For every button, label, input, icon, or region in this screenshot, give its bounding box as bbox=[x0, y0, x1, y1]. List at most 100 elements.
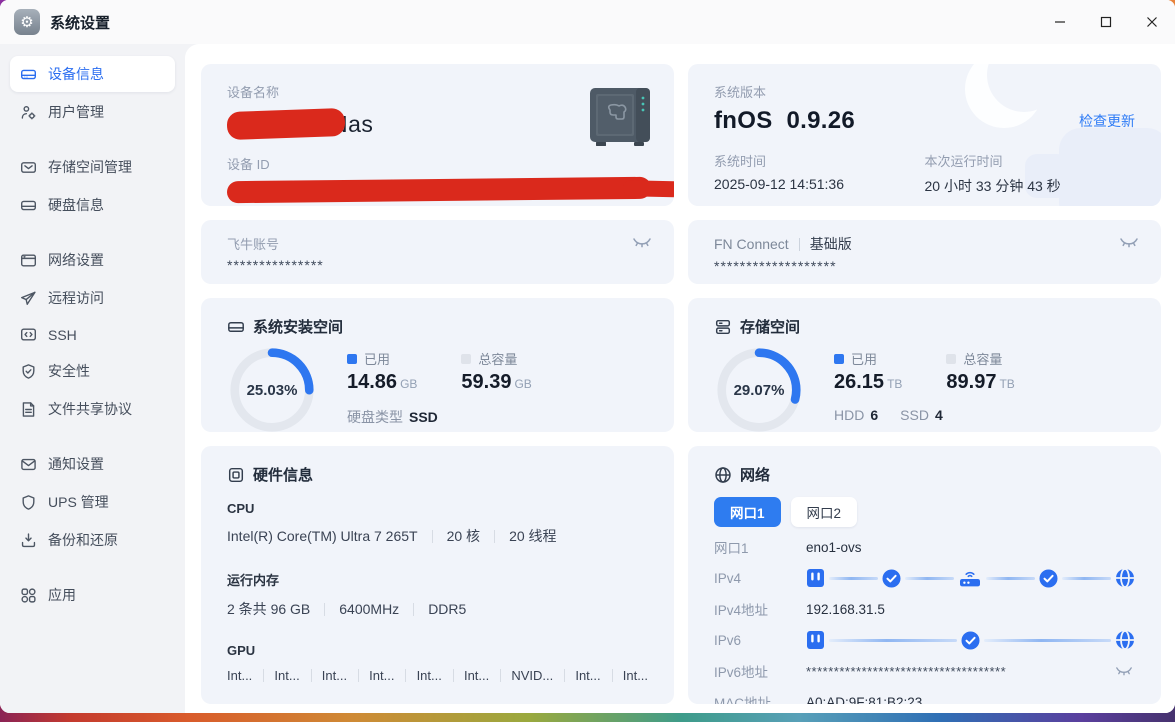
sidebar-item-label: 硬盘信息 bbox=[48, 195, 104, 215]
total-unit: GB bbox=[514, 377, 531, 391]
sidebar-item-ssh[interactable]: SSH bbox=[10, 318, 175, 351]
browser-window-icon bbox=[20, 252, 37, 269]
internet-globe-icon bbox=[1115, 568, 1135, 588]
memory-size: 2 条共 96 GB bbox=[227, 599, 310, 619]
ssd-count: 4 bbox=[935, 407, 943, 423]
close-button[interactable] bbox=[1129, 0, 1175, 44]
minimize-button[interactable] bbox=[1037, 0, 1083, 44]
used-value: 14.86 bbox=[347, 371, 397, 393]
shield-icon bbox=[20, 494, 37, 511]
mac-label: MAC地址 bbox=[714, 692, 806, 704]
shield-check-icon bbox=[20, 363, 37, 380]
gpu-item: Int... bbox=[464, 668, 489, 683]
ipv4-addr-label: IPv4地址 bbox=[714, 599, 806, 619]
sidebar-item-storage-management[interactable]: 存储空间管理 bbox=[10, 149, 175, 185]
window-controls bbox=[1037, 0, 1175, 44]
fn-connect-label: FN Connect bbox=[714, 236, 789, 252]
disk-type-label: 硬盘类型 bbox=[347, 407, 403, 427]
redacted-device-name bbox=[227, 108, 346, 140]
total-value: 89.97 bbox=[946, 371, 996, 393]
sidebar-item-device-info[interactable]: 设备信息 bbox=[10, 56, 175, 92]
sidebar-item-disk-info[interactable]: 硬盘信息 bbox=[10, 187, 175, 223]
paper-plane-icon bbox=[20, 290, 37, 307]
sidebar-item-apps[interactable]: 应用 bbox=[10, 577, 175, 613]
globe-icon bbox=[714, 466, 732, 484]
gpu-item: Int... bbox=[575, 668, 600, 683]
check-circle-icon bbox=[961, 631, 980, 650]
sidebar-item-label: 安全性 bbox=[48, 361, 90, 381]
total-legend: 总容量 89.97TB bbox=[946, 349, 1014, 394]
gpu-item: Int... bbox=[623, 668, 648, 683]
sidebar-item-backup-restore[interactable]: 备份和还原 bbox=[10, 522, 175, 558]
download-tray-icon bbox=[20, 532, 37, 549]
total-value: 59.39 bbox=[461, 371, 511, 393]
gpu-item: NVID... bbox=[511, 668, 553, 683]
sidebar-item-user-management[interactable]: 用户管理 bbox=[10, 94, 175, 130]
check-circle-icon bbox=[882, 569, 901, 588]
os-name: fnOS bbox=[714, 107, 773, 135]
account-masked-value: *************** bbox=[227, 257, 648, 273]
hardware-title: 硬件信息 bbox=[253, 464, 313, 485]
gpu-item: Int... bbox=[369, 668, 394, 683]
tab-port2[interactable]: 网口2 bbox=[791, 497, 858, 527]
sidebar-item-label: UPS 管理 bbox=[48, 492, 109, 512]
sidebar-item-file-sharing[interactable]: 文件共享协议 bbox=[10, 391, 175, 427]
ipv6-addr-label: IPv6地址 bbox=[714, 661, 806, 681]
sidebar-item-remote-access[interactable]: 远程访问 bbox=[10, 280, 175, 316]
sidebar-group-gap bbox=[10, 560, 175, 577]
total-unit: TB bbox=[999, 377, 1014, 391]
sidebar-item-ups[interactable]: UPS 管理 bbox=[10, 484, 175, 520]
nas-icon bbox=[806, 568, 825, 588]
tab-port1[interactable]: 网口1 bbox=[714, 497, 781, 527]
fn-connect-tier: 基础版 bbox=[810, 234, 852, 254]
nas-icon bbox=[806, 630, 825, 650]
storage-pool-icon bbox=[20, 159, 37, 176]
internet-globe-icon bbox=[1115, 630, 1135, 650]
terminal-icon bbox=[20, 326, 37, 343]
os-version: 0.9.26 bbox=[787, 107, 856, 135]
used-unit: GB bbox=[400, 377, 417, 391]
mac-value: A0:AD:9F:81:B2:23 bbox=[806, 695, 922, 705]
network-title: 网络 bbox=[740, 464, 770, 485]
user-gear-icon bbox=[20, 104, 37, 121]
window-title: 系统设置 bbox=[50, 12, 110, 33]
ipv6-connectivity-diagram bbox=[806, 630, 1135, 650]
toggle-account-visibility[interactable] bbox=[632, 236, 652, 255]
storage-space-card: 存储空间 29.07% 已用 26.15T bbox=[688, 298, 1161, 432]
fn-connect-masked-value: ******************* bbox=[714, 258, 1135, 274]
toggle-fn-connect-visibility[interactable] bbox=[1119, 236, 1139, 255]
sidebar-item-network-settings[interactable]: 网络设置 bbox=[10, 242, 175, 278]
eye-closed-icon bbox=[1119, 236, 1139, 250]
port-value: eno1-ovs bbox=[806, 540, 862, 555]
close-icon bbox=[1146, 16, 1158, 28]
document-icon bbox=[20, 401, 37, 418]
sidebar-item-security[interactable]: 安全性 bbox=[10, 353, 175, 389]
disk-type-value: SSD bbox=[409, 409, 438, 425]
hdd-label: HDD bbox=[834, 407, 864, 423]
cpu-model: Intel(R) Core(TM) Ultra 7 265T bbox=[227, 528, 418, 544]
app-gear-icon: ⚙ bbox=[14, 9, 40, 35]
system-space-card: 系统安装空间 25.03% 已用 14.8 bbox=[201, 298, 674, 432]
redacted-device-id bbox=[227, 177, 651, 203]
gpu-section: GPU Int... Int... Int... Int... Int... I… bbox=[227, 643, 648, 683]
sidebar-group-gap bbox=[10, 429, 175, 446]
sidebar: 设备信息 用户管理 存储空间管理 硬盘信息 网络设置 远程访问 bbox=[0, 44, 185, 713]
total-label: 总容量 bbox=[478, 349, 517, 368]
titlebar: ⚙ 系统设置 bbox=[0, 0, 1175, 44]
sidebar-group-gap bbox=[10, 225, 175, 242]
storage-space-title: 存储空间 bbox=[740, 316, 800, 337]
nas-device-illustration bbox=[588, 86, 652, 153]
sidebar-item-notifications[interactable]: 通知设置 bbox=[10, 446, 175, 482]
ipv6-label: IPv6 bbox=[714, 633, 806, 648]
total-swatch bbox=[946, 354, 956, 364]
check-update-link[interactable]: 检查更新 bbox=[1079, 111, 1135, 131]
sidebar-item-label: 文件共享协议 bbox=[48, 399, 132, 419]
ipv4-addr-value: 192.168.31.5 bbox=[806, 602, 885, 617]
router-icon bbox=[958, 568, 982, 588]
hard-drive-icon bbox=[227, 318, 245, 336]
cpu-threads: 20 线程 bbox=[509, 526, 556, 546]
memory-section: 运行内存 2 条共 96 GB 6400MHz DDR5 bbox=[227, 570, 648, 619]
maximize-button[interactable] bbox=[1083, 0, 1129, 44]
toggle-ipv6-visibility[interactable] bbox=[1115, 665, 1133, 678]
used-value: 26.15 bbox=[834, 371, 884, 393]
